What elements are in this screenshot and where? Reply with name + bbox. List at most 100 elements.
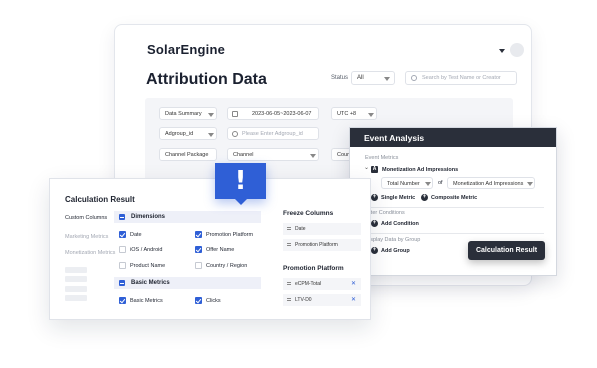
checkbox-label: iOS / Android: [130, 246, 163, 253]
sidebar-placeholder: [65, 276, 87, 282]
checkbox[interactable]: [195, 246, 202, 253]
chevron-down-icon: [310, 154, 316, 158]
chevron-down-icon: [368, 113, 374, 117]
freeze-row-date[interactable]: Date: [283, 223, 361, 235]
status-select[interactable]: All: [351, 71, 395, 85]
checkbox[interactable]: [119, 297, 126, 304]
add-group-button[interactable]: Add Group: [381, 248, 410, 254]
plus-icon: +: [371, 194, 378, 201]
chevron-down-icon: [527, 182, 533, 186]
data-summary-select[interactable]: Data Summary: [159, 107, 217, 120]
close-icon[interactable]: ✕: [351, 280, 356, 287]
exclamation-icon: !: [234, 166, 247, 196]
brand-logo: SolarEngine: [147, 42, 226, 57]
search-placeholder: Search by Test Name or Creator: [422, 75, 501, 81]
stage: SolarEngine Attribution Data Status All …: [0, 0, 597, 368]
checkbox-label: Product Name: [130, 262, 166, 269]
adgroup-input[interactable]: Please Enter Adgroup_id: [227, 127, 319, 140]
plus-icon: +: [371, 247, 378, 254]
of-label: of: [438, 180, 443, 186]
divider: [364, 233, 544, 234]
search-icon: [411, 75, 417, 81]
collapse-icon: [119, 214, 125, 220]
platform-row-label: LTV-D0: [295, 297, 312, 303]
freeze-row-label: Promotion Platform: [295, 242, 338, 248]
sidebar-item-monetization-metrics[interactable]: Monetization Metrics: [65, 250, 115, 256]
event-analysis-title: Event Analysis: [350, 128, 556, 147]
divider: [364, 207, 544, 208]
channel-package-value: Channel Package: [165, 152, 209, 158]
add-condition-button[interactable]: Add Condition: [381, 221, 419, 227]
calc-panel-title: Calculation Result: [65, 195, 135, 204]
group-by-select[interactable]: Adgroup_id: [159, 127, 217, 140]
plus-icon: +: [371, 220, 378, 227]
sidebar-item-custom-columns[interactable]: Custom Columns: [65, 215, 107, 221]
calendar-icon: [232, 111, 238, 117]
display-group-label: Display Data by Group: [365, 237, 421, 243]
of-metric-value: Monetization Ad Impressions: [453, 181, 524, 187]
close-icon[interactable]: ✕: [351, 296, 356, 303]
status-value: All: [357, 75, 364, 81]
chevron-down-icon: [384, 77, 390, 81]
plus-icon: +: [421, 194, 428, 201]
drag-handle-icon[interactable]: [287, 243, 291, 246]
sidebar-item-marketing-metrics[interactable]: Marketing Metrics: [65, 234, 108, 240]
dimensions-title: Dimensions: [131, 214, 166, 220]
of-metric-select[interactable]: Monetization Ad Impressions: [447, 177, 535, 189]
chevron-down-icon[interactable]: ⌄: [364, 164, 369, 171]
freeze-columns-title: Freeze Columns: [283, 210, 334, 217]
alert-badge: !: [215, 163, 266, 205]
basic-metrics-title: Basic Metrics: [131, 280, 170, 286]
date-range-value: 2023-06-05~2023-06-07: [252, 111, 312, 117]
sidebar-placeholder: [65, 295, 87, 301]
basic-metrics-header[interactable]: Basic Metrics: [114, 277, 261, 289]
platform-row-label: eCPM-Total: [295, 281, 322, 287]
collapse-icon: [119, 280, 125, 286]
freeze-row-label: Date: [295, 226, 306, 232]
composite-metric-button[interactable]: Composite Metric: [431, 195, 477, 201]
checkbox[interactable]: [119, 262, 126, 269]
metric-badge: A: [371, 166, 378, 173]
drag-handle-icon[interactable]: [287, 298, 291, 301]
promotion-platform-title: Promotion Platform: [283, 265, 344, 272]
search-input[interactable]: Search by Test Name or Creator: [405, 71, 517, 85]
drag-handle-icon[interactable]: [287, 282, 291, 285]
checkbox-label: Offer Name: [206, 246, 235, 253]
aggregation-select[interactable]: Total Number: [381, 177, 433, 189]
chevron-down-icon: [208, 113, 214, 117]
checkbox-label: Basic Metrics: [130, 297, 163, 304]
checkbox-label: Country / Region: [206, 262, 248, 269]
timezone-value: UTC +8: [337, 111, 357, 117]
account-dropdown-icon[interactable]: [499, 49, 505, 53]
checkbox-label: Promotion Platform: [206, 231, 254, 238]
event-metrics-label: Event Metrics: [365, 155, 399, 161]
platform-row-ecpm[interactable]: eCPM-Total ✕: [283, 278, 361, 290]
checkbox[interactable]: [119, 246, 126, 253]
timezone-select[interactable]: UTC +8: [331, 107, 377, 120]
drag-handle-icon[interactable]: [287, 227, 291, 230]
status-label: Status: [331, 75, 349, 81]
checkbox[interactable]: [195, 262, 202, 269]
platform-row-ltv[interactable]: LTV-D0 ✕: [283, 294, 361, 306]
checkbox[interactable]: [119, 231, 126, 238]
calculation-result-panel: Calculation Result Custom Columns Market…: [49, 178, 371, 320]
page-title: Attribution Data: [146, 71, 267, 88]
aggregation-value: Total Number: [387, 181, 420, 187]
sidebar-placeholder: [65, 286, 87, 292]
checkbox[interactable]: [195, 231, 202, 238]
avatar[interactable]: [510, 43, 524, 57]
checkbox-label: Date: [130, 231, 142, 238]
calculation-result-button[interactable]: Calculation Result: [468, 241, 545, 260]
group-by-value: Adgroup_id: [165, 131, 194, 137]
date-range-picker[interactable]: 2023-06-05~2023-06-07: [227, 107, 319, 120]
channel-select[interactable]: Channel: [227, 148, 319, 161]
channel-package-select[interactable]: Channel Package: [159, 148, 217, 161]
adgroup-placeholder: Please Enter Adgroup_id: [242, 131, 303, 137]
single-metric-button[interactable]: Single Metric: [381, 195, 415, 201]
dimensions-header[interactable]: Dimensions: [114, 211, 261, 223]
freeze-row-platform[interactable]: Promotion Platform: [283, 239, 361, 251]
metric-name: Monetization Ad Impressions: [382, 167, 459, 173]
chevron-down-icon: [425, 182, 431, 186]
chevron-down-icon: [208, 133, 214, 137]
checkbox[interactable]: [195, 297, 202, 304]
